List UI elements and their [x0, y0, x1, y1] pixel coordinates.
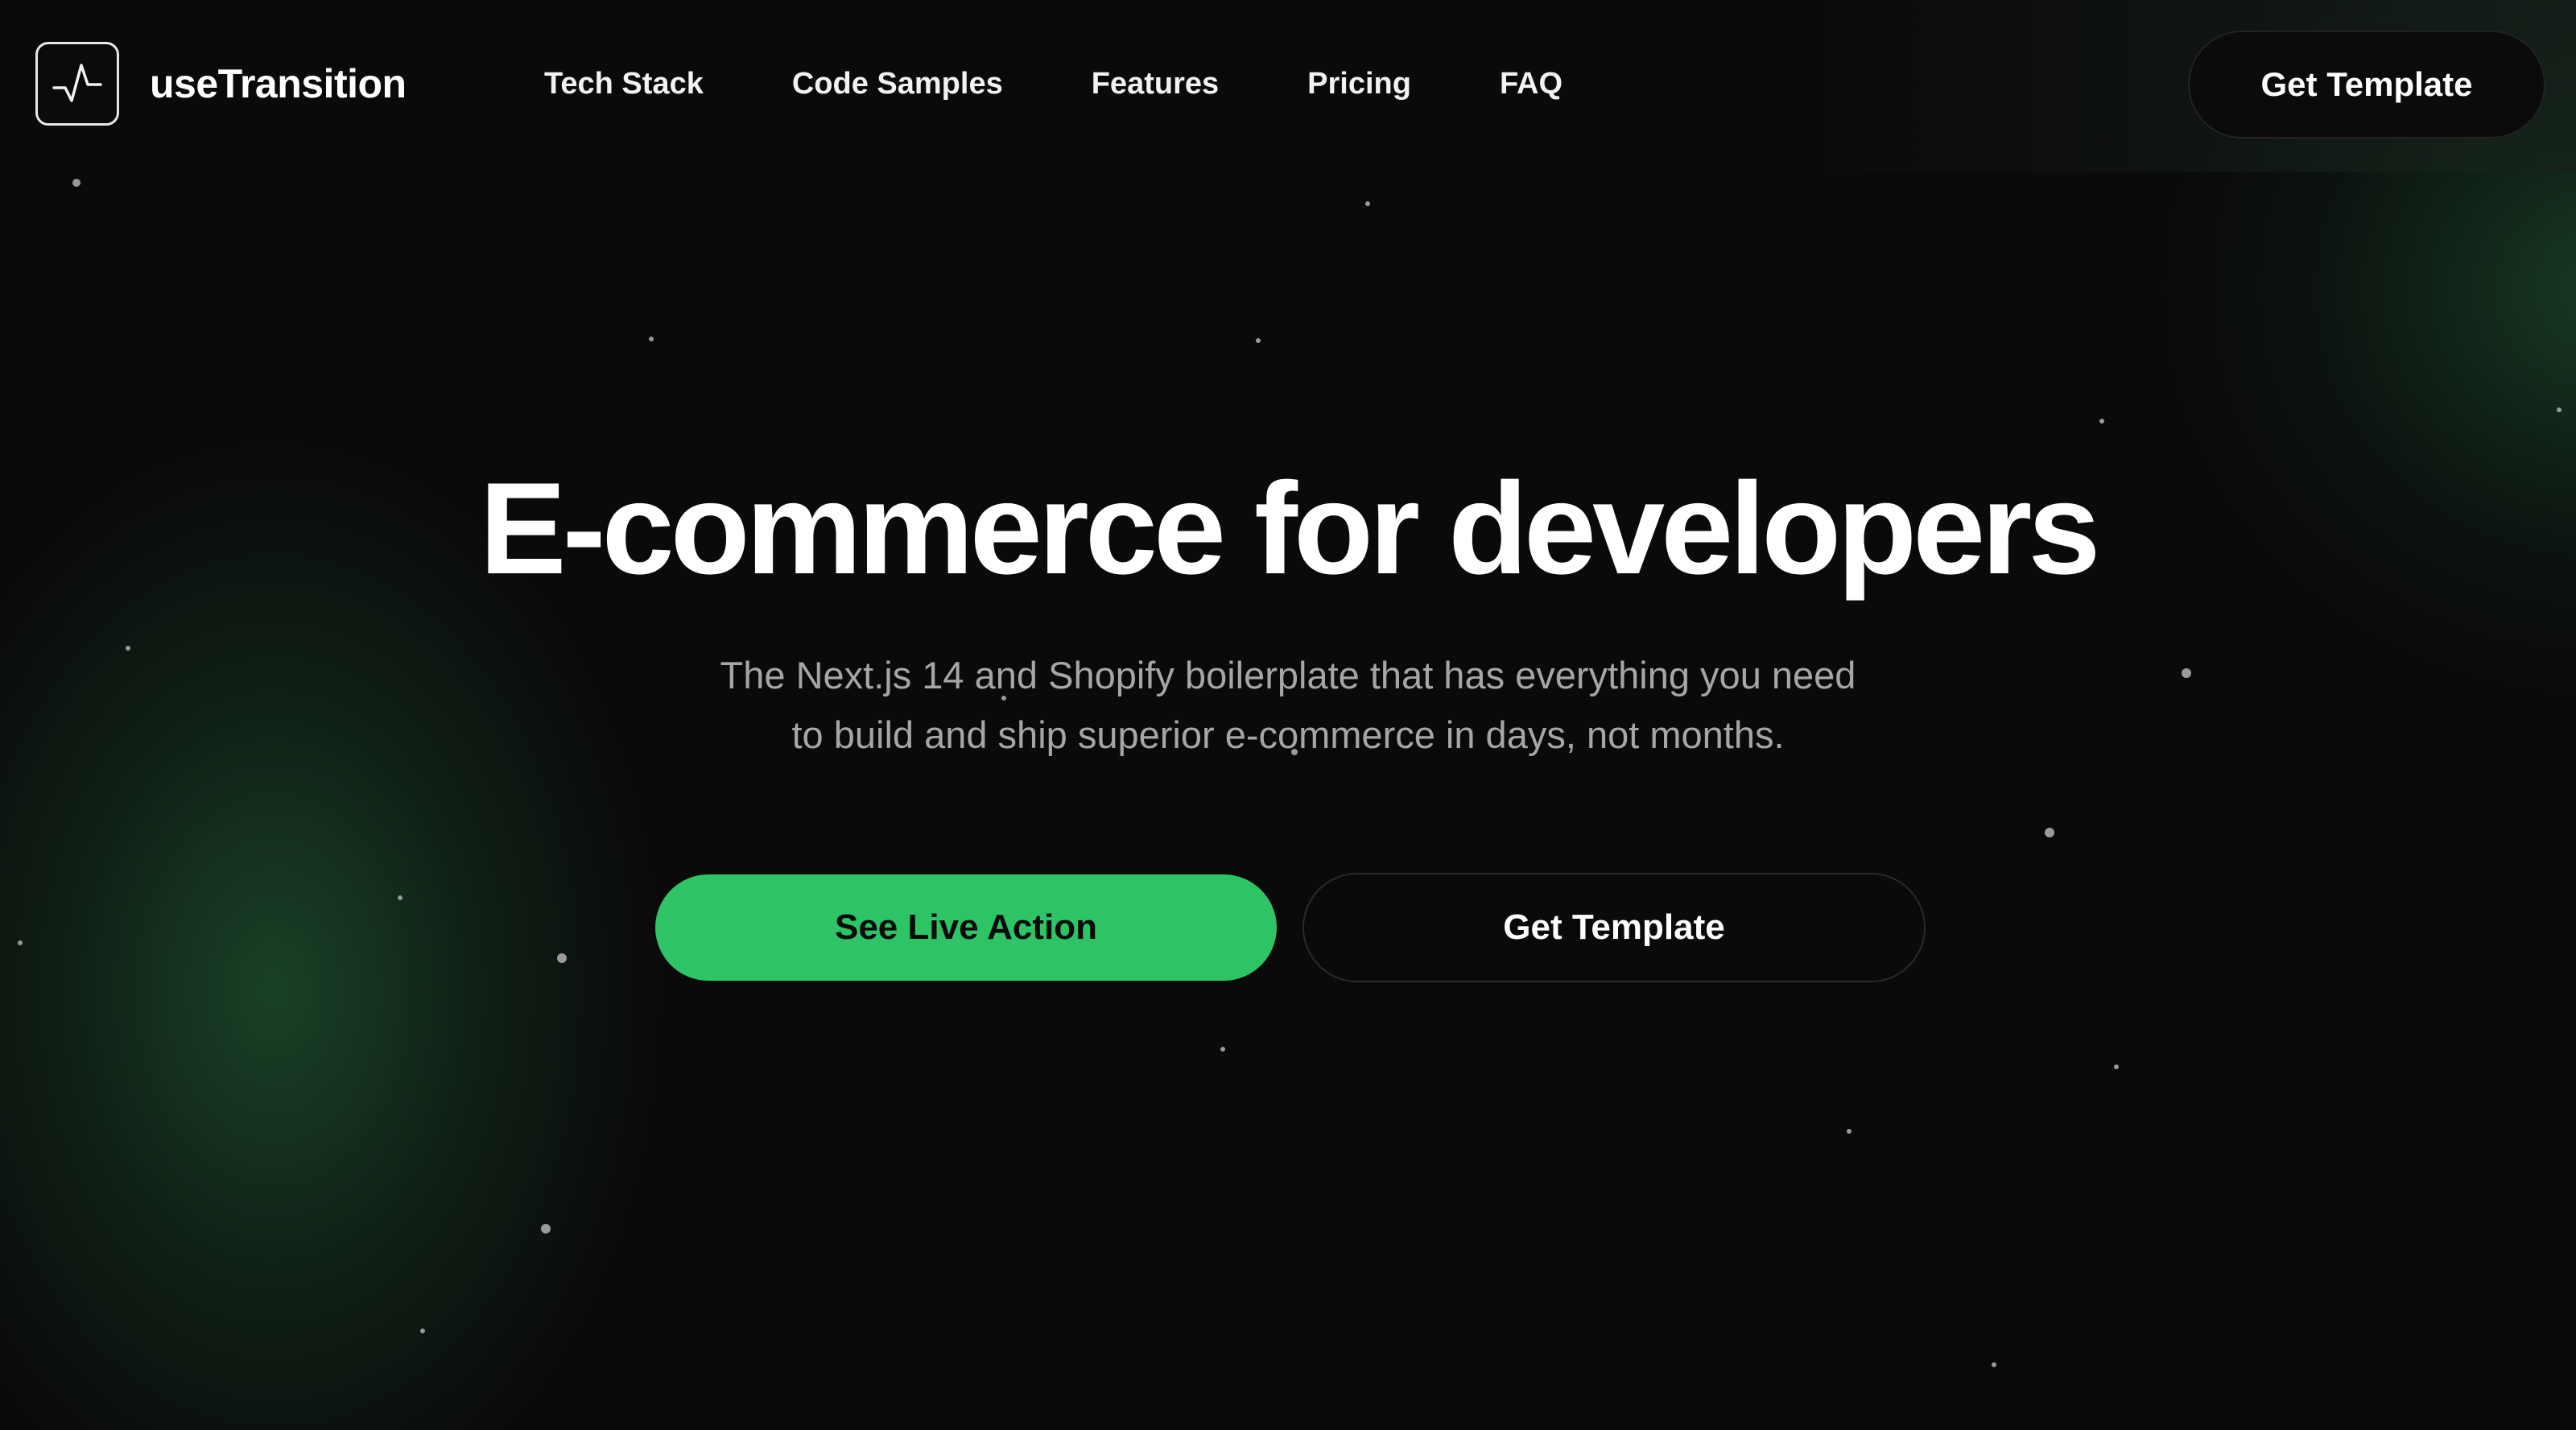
- star-particle: [2182, 668, 2191, 678]
- pulse-icon: [52, 64, 102, 102]
- star-particle: [1992, 1362, 1996, 1367]
- star-particle: [1001, 696, 1006, 701]
- nav-item-features[interactable]: Features: [1092, 61, 1219, 106]
- star-particle: [2045, 828, 2054, 837]
- star-particle: [2099, 419, 2104, 424]
- star-particle: [1291, 749, 1298, 755]
- main-nav: Tech Stack Code Samples Features Pricing…: [544, 61, 1563, 106]
- hero-title: E-commerce for developers: [479, 456, 2101, 601]
- star-particle: [2114, 1064, 2119, 1069]
- nav-item-tech-stack[interactable]: Tech Stack: [544, 61, 704, 106]
- hero-subtitle-line: to build and ship superior e-commerce in…: [791, 713, 1785, 756]
- star-particle: [1847, 1129, 1852, 1134]
- star-particle: [541, 1224, 551, 1234]
- star-particle: [398, 895, 402, 900]
- site-header: useTransition Tech Stack Code Samples Fe…: [0, 0, 2576, 172]
- star-particle: [1220, 1047, 1225, 1052]
- star-particle: [126, 646, 130, 651]
- nav-item-pricing[interactable]: Pricing: [1307, 61, 1411, 106]
- star-particle: [72, 179, 80, 187]
- header-get-template-button[interactable]: Get Template: [2188, 31, 2545, 138]
- star-particle: [420, 1329, 425, 1333]
- nav-item-code-samples[interactable]: Code Samples: [792, 61, 1003, 106]
- star-particle: [1365, 201, 1370, 206]
- star-particle: [649, 337, 654, 341]
- get-template-button[interactable]: Get Template: [1302, 873, 1926, 982]
- brand-name[interactable]: useTransition: [150, 58, 407, 110]
- landing-page: useTransition Tech Stack Code Samples Fe…: [0, 0, 2576, 1430]
- nav-item-faq[interactable]: FAQ: [1500, 61, 1563, 106]
- see-live-action-button[interactable]: See Live Action: [655, 874, 1277, 981]
- star-particle: [1256, 338, 1261, 343]
- hero-subtitle: The Next.js 14 and Shopify boilerplate t…: [564, 646, 2013, 765]
- star-particle: [2557, 407, 2562, 412]
- logo[interactable]: [35, 42, 119, 126]
- hero-subtitle-line: The Next.js 14 and Shopify boilerplate t…: [720, 654, 1856, 696]
- star-particle: [557, 953, 567, 963]
- star-particle: [18, 940, 23, 945]
